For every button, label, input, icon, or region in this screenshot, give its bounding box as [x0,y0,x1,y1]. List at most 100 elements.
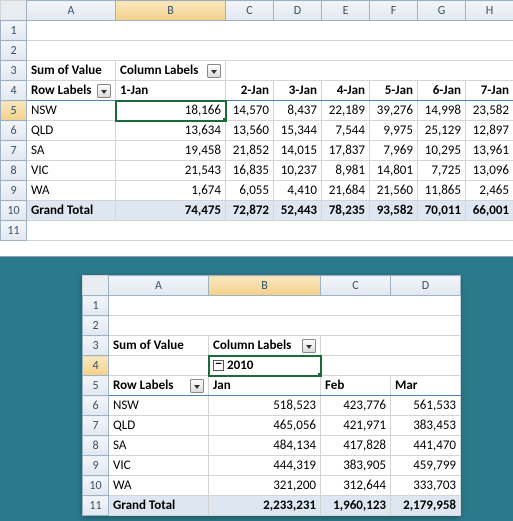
selected-cell[interactable]: 18,166 [116,101,226,121]
row-label[interactable]: NSW [109,396,209,416]
dropdown-icon[interactable] [190,379,204,393]
value-cell[interactable]: 417,828 [321,436,391,456]
row-label[interactable]: SA [27,141,116,161]
value-cell[interactable]: 14,801 [370,161,418,181]
value-cell[interactable]: 459,799 [391,456,461,476]
value-cell[interactable]: 423,776 [321,396,391,416]
value-cell[interactable]: 15,344 [274,121,322,141]
cell[interactable] [109,296,461,316]
row-header[interactable]: 1 [83,296,109,316]
value-cell[interactable]: 7,725 [418,161,466,181]
row-header[interactable]: 3 [1,61,27,81]
col-header[interactable]: D [274,1,322,21]
col-header[interactable]: D [391,276,461,296]
value-cell[interactable]: 8,437 [274,101,322,121]
value-cell[interactable]: 39,276 [370,101,418,121]
value-cell[interactable]: 14,998 [418,101,466,121]
value-cell[interactable]: 518,523 [209,396,321,416]
row-label[interactable]: SA [109,436,209,456]
cell[interactable] [27,21,513,41]
value-cell[interactable]: 21,543 [116,161,226,181]
row-header[interactable]: 5 [1,101,27,121]
value-cell[interactable]: 8,981 [322,161,370,181]
row-header[interactable]: 8 [83,436,109,456]
col-header[interactable]: C [226,1,274,21]
row-label[interactable]: QLD [109,416,209,436]
value-cell[interactable]: 25,129 [418,121,466,141]
col-header[interactable]: G [418,1,466,21]
row-header[interactable]: 7 [83,416,109,436]
value-cell[interactable]: 17,837 [322,141,370,161]
selected-cell[interactable]: −2010 [209,356,321,376]
row-header[interactable]: 2 [83,316,109,336]
value-cell[interactable]: 14,015 [274,141,322,161]
value-cell[interactable]: 333,703 [391,476,461,496]
row-header[interactable]: 11 [1,221,27,241]
row-label[interactable]: QLD [27,121,116,141]
row-header[interactable]: 4 [1,81,27,101]
row-header[interactable]: 7 [1,141,27,161]
row-header[interactable]: 8 [1,161,27,181]
grand-total-cell[interactable]: 72,872 [226,201,274,221]
value-cell[interactable]: 484,134 [209,436,321,456]
value-cell[interactable]: 16,835 [226,161,274,181]
value-cell[interactable]: 21,852 [226,141,274,161]
value-cell[interactable]: 22,189 [322,101,370,121]
row-header[interactable]: 6 [83,396,109,416]
grid-bottom[interactable]: A B C D 1 2 3 Sum of Value Column Labels… [82,275,461,516]
pivot-row-labels[interactable]: Row Labels [109,376,209,396]
date-header[interactable]: 4-Jan [322,81,370,101]
month-header[interactable]: Jan [209,376,321,396]
row-header[interactable]: 10 [1,201,27,221]
grand-total-cell[interactable]: 1,960,123 [321,496,391,516]
value-cell[interactable]: 21,684 [322,181,370,201]
value-cell[interactable]: 312,644 [321,476,391,496]
row-header[interactable]: 2 [1,41,27,61]
date-header[interactable]: 5-Jan [370,81,418,101]
col-header[interactable]: A [27,1,116,21]
grand-total-cell[interactable]: 66,001 [466,201,513,221]
date-header[interactable]: 1-Jan [116,81,226,101]
grand-total-cell[interactable]: 2,179,958 [391,496,461,516]
value-cell[interactable]: 14,570 [226,101,274,121]
value-cell[interactable]: 383,905 [321,456,391,476]
value-cell[interactable]: 4,410 [274,181,322,201]
value-cell[interactable]: 7,969 [370,141,418,161]
row-label[interactable]: WA [109,476,209,496]
row-label[interactable]: VIC [27,161,116,181]
dropdown-icon[interactable] [97,84,111,98]
row-header[interactable]: 11 [83,496,109,516]
value-cell[interactable]: 12,897 [466,121,513,141]
dropdown-icon[interactable] [207,64,221,78]
value-cell[interactable]: 11,865 [418,181,466,201]
row-label[interactable]: VIC [109,456,209,476]
value-cell[interactable]: 19,458 [116,141,226,161]
value-cell[interactable]: 23,582 [466,101,513,121]
row-label[interactable]: NSW [27,101,116,121]
pivot-column-labels[interactable]: Column Labels [116,61,226,81]
value-cell[interactable]: 321,200 [209,476,321,496]
row-header[interactable]: 5 [83,376,109,396]
col-header[interactable]: A [109,276,209,296]
col-header[interactable]: F [370,1,418,21]
value-cell[interactable]: 441,470 [391,436,461,456]
col-header[interactable]: B [209,276,321,296]
value-cell[interactable]: 13,096 [466,161,513,181]
value-cell[interactable]: 1,674 [116,181,226,201]
value-cell[interactable]: 13,961 [466,141,513,161]
collapse-icon[interactable]: − [213,360,224,371]
value-cell[interactable]: 444,319 [209,456,321,476]
grand-total-cell[interactable]: 2,233,231 [209,496,321,516]
cell[interactable] [321,356,461,376]
row-header[interactable]: 9 [83,456,109,476]
value-cell[interactable]: 383,453 [391,416,461,436]
value-cell[interactable]: 6,055 [226,181,274,201]
grand-total-cell[interactable]: 70,011 [418,201,466,221]
cell[interactable] [321,336,461,356]
cell[interactable] [226,61,513,81]
grand-total-cell[interactable]: 78,235 [322,201,370,221]
dropdown-icon[interactable] [302,339,316,353]
month-header[interactable]: Feb [321,376,391,396]
date-header[interactable]: 3-Jan [274,81,322,101]
cell[interactable] [109,356,209,376]
